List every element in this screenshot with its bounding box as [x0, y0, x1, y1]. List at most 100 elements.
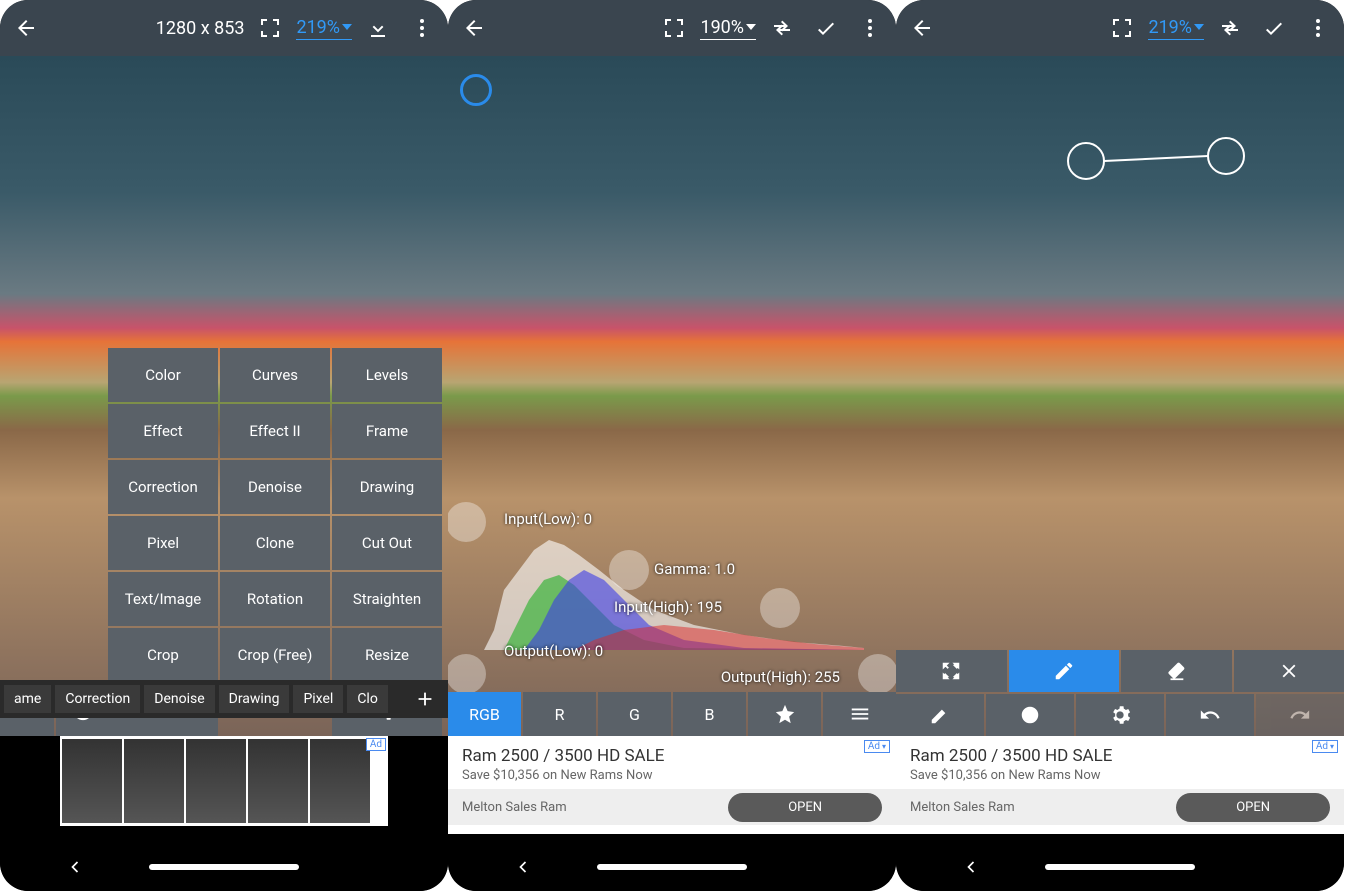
menu-crop[interactable]: Crop — [108, 628, 218, 682]
menu-clone[interactable]: Clone — [220, 516, 330, 570]
ad-open-button[interactable]: OPEN — [1176, 793, 1330, 822]
zoom-dropdown[interactable]: 219% — [296, 17, 352, 40]
gamma-label: Gamma: 1.0 — [654, 560, 735, 578]
android-navbar — [0, 843, 448, 891]
output-high-handle[interactable] — [858, 654, 896, 694]
overflow-icon[interactable] — [404, 10, 440, 46]
drawn-line[interactable] — [1066, 136, 1246, 186]
menu-straighten[interactable]: Straighten — [332, 572, 442, 626]
ad-banner[interactable]: Ad▾ Ram 2500 / 3500 HD SALE Save $10,356… — [448, 736, 896, 834]
phone-2: 190% Input(Low): 0 Gamma: 1.0 Input(High… — [448, 0, 896, 891]
add-tab-icon[interactable] — [406, 680, 444, 718]
nav-home-icon[interactable] — [597, 864, 746, 870]
menu-icon[interactable] — [823, 692, 896, 736]
ad-badge[interactable]: Ad▾ — [1312, 740, 1338, 753]
ad-subtitle: Save $10,356 on New Rams Now — [462, 768, 882, 783]
redo-icon[interactable] — [1256, 694, 1344, 736]
tab-clone[interactable]: Clo — [347, 685, 388, 713]
menu-cropfree[interactable]: Crop (Free) — [220, 628, 330, 682]
back-icon[interactable] — [456, 10, 492, 46]
output-low-handle[interactable] — [448, 654, 486, 694]
selection-ring[interactable] — [460, 74, 492, 106]
apply-icon[interactable] — [1256, 10, 1292, 46]
canvas[interactable] — [896, 56, 1344, 736]
nav-back-icon[interactable] — [896, 857, 1045, 877]
input-high-label: Input(High): 195 — [614, 598, 722, 616]
menu-denoise[interactable]: Denoise — [220, 460, 330, 514]
menu-correction[interactable]: Correction — [108, 460, 218, 514]
overflow-icon[interactable] — [1300, 10, 1336, 46]
favorite-icon[interactable] — [748, 692, 821, 736]
menu-effect[interactable]: Effect — [108, 404, 218, 458]
ad-carousel[interactable]: Ad — [60, 736, 388, 826]
gamma-handle[interactable] — [609, 550, 649, 590]
zoom-dropdown[interactable]: 219% — [1148, 17, 1204, 40]
channel-b[interactable]: B — [673, 692, 746, 736]
compare-icon[interactable] — [764, 10, 800, 46]
canvas[interactable]: Color Curves Levels Effect Effect II Fra… — [0, 56, 448, 736]
ad-banner[interactable]: Ad▾ Ram 2500 / 3500 HD SALE Save $10,356… — [896, 736, 1344, 834]
ad-open-button[interactable]: OPEN — [728, 793, 882, 822]
ad-subtitle: Save $10,356 on New Rams Now — [910, 768, 1330, 783]
appbar: 219% — [896, 0, 1344, 56]
overflow-icon[interactable] — [852, 10, 888, 46]
phone-3: 219% Ad▾ — [896, 0, 1344, 891]
channel-r[interactable]: R — [523, 692, 596, 736]
menu-color[interactable]: Color — [108, 348, 218, 402]
tab-pixel[interactable]: Pixel — [293, 685, 343, 713]
nav-home-icon[interactable] — [149, 864, 298, 870]
menu-textimage[interactable]: Text/Image — [108, 572, 218, 626]
close-icon[interactable] — [1234, 650, 1345, 692]
fullscreen-icon[interactable] — [252, 10, 288, 46]
canvas[interactable]: Input(Low): 0 Gamma: 1.0 Input(High): 19… — [448, 56, 896, 736]
channel-g[interactable]: G — [598, 692, 671, 736]
target-icon[interactable] — [986, 694, 1074, 736]
menu-effect2[interactable]: Effect II — [220, 404, 330, 458]
histogram-graph — [484, 530, 864, 650]
tab-drawing[interactable]: Drawing — [219, 685, 290, 713]
fullscreen-icon[interactable] — [1104, 10, 1140, 46]
fullscreen-icon[interactable] — [656, 10, 692, 46]
compare-icon[interactable] — [1212, 10, 1248, 46]
ad-thumb[interactable] — [248, 739, 308, 823]
nav-back-icon[interactable] — [0, 857, 149, 877]
menu-cutout[interactable]: Cut Out — [332, 516, 442, 570]
ad-thumb[interactable] — [62, 739, 122, 823]
histogram-panel: Input(Low): 0 Gamma: 1.0 Input(High): 19… — [454, 510, 890, 690]
channel-rgb[interactable]: RGB — [448, 692, 521, 736]
zoom-dropdown[interactable]: 190% — [700, 17, 756, 40]
pencil-icon[interactable] — [896, 694, 984, 736]
ad-badge[interactable]: Ad — [366, 738, 386, 751]
tab-correction[interactable]: Correction — [55, 685, 140, 713]
nav-home-icon[interactable] — [1045, 864, 1194, 870]
erase-icon[interactable] — [1121, 650, 1232, 692]
menu-levels[interactable]: Levels — [332, 348, 442, 402]
tab-denoise[interactable]: Denoise — [144, 685, 214, 713]
back-icon[interactable] — [904, 10, 940, 46]
draw-icon[interactable] — [1009, 650, 1120, 692]
ad-title: Ram 2500 / 3500 HD SALE — [910, 746, 1330, 766]
menu-curves[interactable]: Curves — [220, 348, 330, 402]
ad-badge[interactable]: Ad▾ — [864, 740, 890, 753]
ad-thumb[interactable] — [186, 739, 246, 823]
menu-pixel[interactable]: Pixel — [108, 516, 218, 570]
menu-frame[interactable]: Frame — [332, 404, 442, 458]
nav-back-icon[interactable] — [448, 857, 597, 877]
undo-icon[interactable] — [1166, 694, 1254, 736]
channel-tabs: RGB R G B — [448, 692, 896, 736]
apply-icon[interactable] — [808, 10, 844, 46]
download-icon[interactable] — [360, 10, 396, 46]
input-low-handle[interactable] — [448, 502, 486, 542]
expand-icon[interactable] — [896, 650, 1007, 692]
input-high-handle[interactable] — [760, 588, 800, 628]
ad-thumb[interactable] — [124, 739, 184, 823]
back-icon[interactable] — [8, 10, 44, 46]
settings-icon[interactable] — [1076, 694, 1164, 736]
menu-resize[interactable]: Resize — [332, 628, 442, 682]
tab-frame[interactable]: ame — [4, 685, 51, 713]
ad-thumb[interactable] — [310, 739, 370, 823]
input-low-label: Input(Low): 0 — [504, 510, 592, 528]
output-high-label: Output(High): 255 — [721, 668, 840, 686]
menu-drawing[interactable]: Drawing — [332, 460, 442, 514]
menu-rotation[interactable]: Rotation — [220, 572, 330, 626]
